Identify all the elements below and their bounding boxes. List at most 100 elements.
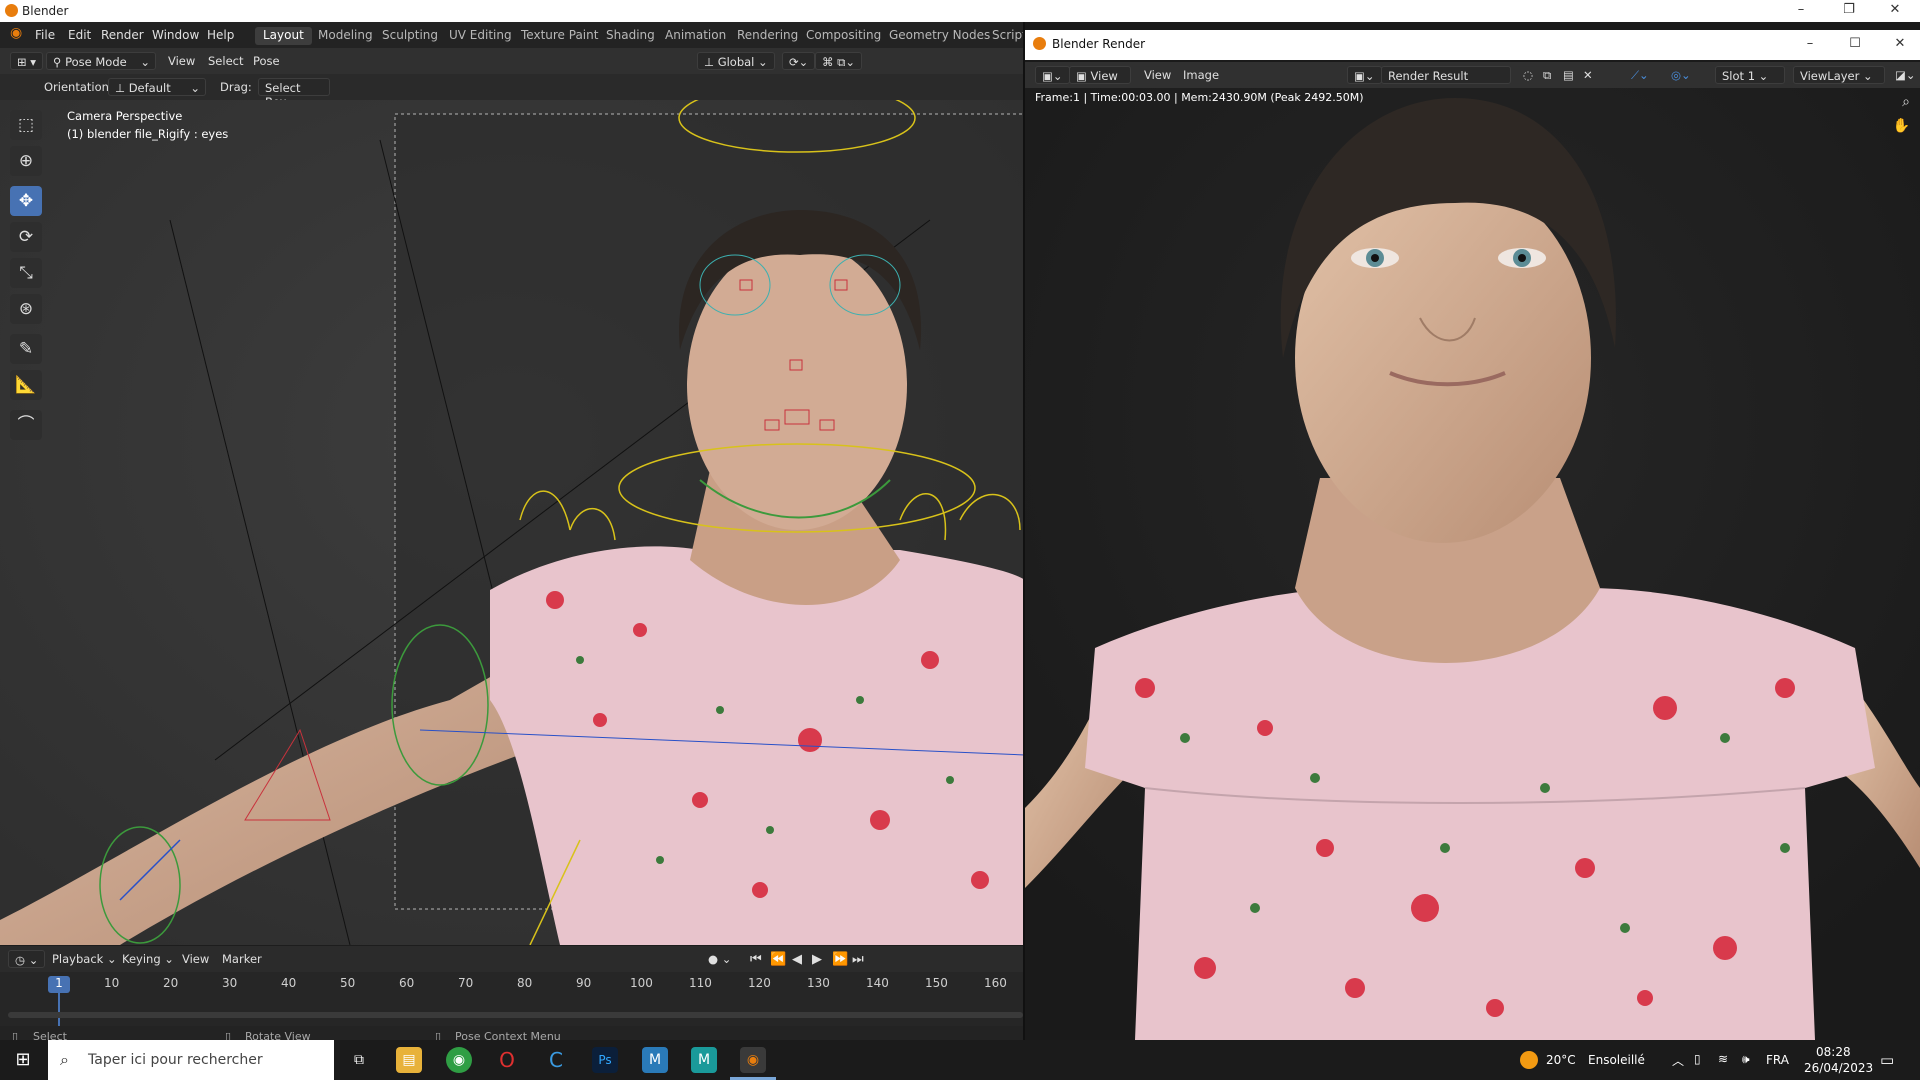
minimize-button[interactable]: – <box>1786 2 1816 20</box>
pose-relax-tool[interactable]: ⌒ <box>10 410 42 440</box>
view-mode-dropdown[interactable]: ▣ View ⌄ <box>1069 66 1131 97</box>
rotate-tool[interactable]: ⟳ <box>10 222 42 252</box>
menu-help[interactable]: Help <box>207 28 234 42</box>
maximize-button[interactable]: ❐ <box>1834 2 1864 20</box>
image-menu-view[interactable]: View <box>1138 66 1177 84</box>
pivot-point-dropdown[interactable]: ⟳⌄ <box>782 52 816 70</box>
annotate-tool[interactable]: ✎ <box>10 334 42 364</box>
axis-icon: ⊥ <box>704 55 715 69</box>
task-view-icon[interactable]: ⧉ <box>346 1047 372 1073</box>
menu-file[interactable]: File <box>35 28 55 42</box>
weather-temperature[interactable]: 20°C <box>1546 1053 1576 1067</box>
timeline-menu-marker[interactable]: Marker <box>216 950 268 968</box>
notification-icon[interactable]: ▭ <box>1880 1051 1894 1069</box>
close-button[interactable]: ✕ <box>1880 2 1910 20</box>
render-window-title: Blender Render <box>1052 37 1146 51</box>
file-explorer-icon[interactable]: ▤ <box>396 1047 422 1073</box>
drag-label: Drag: <box>220 80 252 94</box>
snap-toggle[interactable]: ⌘ ⧉⌄ <box>815 52 863 70</box>
blender-menu-icon[interactable]: ◉ <box>10 25 22 41</box>
tab-rendering[interactable]: Rendering <box>729 27 806 45</box>
image-editor-type-dropdown[interactable]: ▣⌄ <box>1035 66 1070 84</box>
fake-user-icon[interactable]: ◌ <box>1517 66 1539 84</box>
tab-geometry-nodes[interactable]: Geometry Nodes <box>881 27 998 45</box>
render-minimize-button[interactable]: – <box>1795 36 1825 54</box>
render-maximize-button[interactable]: ☐ <box>1840 36 1870 54</box>
timeline-scrollbar[interactable] <box>8 1012 1023 1018</box>
orientation-dropdown[interactable]: ⊥ Default ⌄ <box>108 78 206 96</box>
battery-icon[interactable]: ▯ <box>1694 1052 1701 1066</box>
3d-viewport[interactable]: Camera Perspective (1) blender file_Rigi… <box>0 100 1025 945</box>
tab-animation[interactable]: Animation <box>657 27 734 45</box>
menu-select[interactable]: Select <box>202 52 249 70</box>
timeline-menu-view[interactable]: View <box>176 950 215 968</box>
zoom-icon[interactable]: ⌕ <box>1902 94 1910 110</box>
marvelous-designer-icon[interactable]: M <box>691 1047 717 1073</box>
tab-sculpting[interactable]: Sculpting <box>374 27 446 45</box>
weather-condition[interactable]: Ensoleillé <box>1588 1053 1645 1067</box>
move-tool[interactable]: ✥ <box>10 186 42 216</box>
overlay-icon[interactable]: ◎⌄ <box>1665 66 1697 84</box>
image-browse-dropdown[interactable]: ▣⌄ <box>1347 66 1382 84</box>
play-reverse-button[interactable]: ◀ <box>786 950 808 968</box>
menu-window[interactable]: Window <box>152 28 199 42</box>
viewport-header: ⊞ ▾ ⚲ Pose Mode ⌄ View Select Pose ⊥ Glo… <box>0 48 1025 74</box>
tab-shading[interactable]: Shading <box>598 27 663 45</box>
record-button[interactable]: ● ⌄ <box>702 950 737 968</box>
opera-icon[interactable]: O <box>494 1047 520 1073</box>
wifi-icon[interactable]: ≋ <box>1718 1052 1728 1066</box>
render-result-image[interactable]: Frame:1 | Time:00:03.00 | Mem:2430.90M (… <box>1025 88 1920 1040</box>
new-image-icon[interactable]: ⧉ <box>1537 66 1557 84</box>
display-channels-icon[interactable]: ◪⌄ <box>1889 66 1920 84</box>
jump-end-button[interactable]: ⏭ <box>846 950 870 968</box>
drag-dropdown[interactable]: Select Box ⌄ <box>258 78 330 109</box>
clock-time[interactable]: 08:28 <box>1816 1045 1851 1059</box>
sample-icon[interactable]: ⟋⌄ <box>1625 66 1655 84</box>
chrome-icon[interactable]: ◉ <box>446 1047 472 1073</box>
tab-texture-paint[interactable]: Texture Paint <box>513 27 606 45</box>
timeline-editor-type[interactable]: ◷ ⌄ <box>8 950 46 968</box>
timeline-menu-playback[interactable]: Playback ⌄ <box>46 950 123 968</box>
play-button[interactable]: ▶ <box>806 950 828 968</box>
unlink-icon[interactable]: ✕ <box>1577 66 1599 84</box>
taskbar-search-box[interactable]: ⌕ Taper ici pour rechercher <box>48 1040 334 1080</box>
view-layer-dropdown[interactable]: ViewLayer ⌄ <box>1793 66 1885 84</box>
clock-date[interactable]: 26/04/2023 <box>1804 1061 1873 1075</box>
tab-compositing[interactable]: Compositing <box>798 27 889 45</box>
weather-sun-icon[interactable] <box>1520 1051 1538 1069</box>
timeline-area[interactable]: 1 10 20 30 40 50 60 70 80 90 100 110 120… <box>0 972 1025 1026</box>
transform-tool[interactable]: ⊛ <box>10 294 42 324</box>
blender-taskbar-icon[interactable]: ◉ <box>740 1047 766 1073</box>
image-menu-image[interactable]: Image <box>1177 66 1225 84</box>
menu-view[interactable]: View <box>162 52 201 70</box>
language-indicator[interactable]: FRA <box>1766 1053 1789 1067</box>
menu-render[interactable]: Render <box>101 28 144 42</box>
tab-layout[interactable]: Layout <box>255 27 312 45</box>
mode-dropdown[interactable]: ⚲ Pose Mode ⌄ <box>46 52 156 70</box>
maya-icon[interactable]: M <box>642 1047 668 1073</box>
frame-tick: 90 <box>576 976 592 990</box>
editor-type-dropdown[interactable]: ⊞ ▾ <box>10 52 44 70</box>
volume-icon[interactable]: 🕪 <box>1742 1052 1750 1067</box>
scale-tool[interactable]: ⤡ <box>10 258 42 288</box>
cursor-tool[interactable]: ⊕ <box>10 146 42 176</box>
menu-pose[interactable]: Pose <box>247 52 286 70</box>
hand-pan-icon[interactable]: ✋ <box>1893 118 1910 134</box>
slot-dropdown[interactable]: Slot 1 ⌄ <box>1715 66 1785 84</box>
photoshop-icon[interactable]: Ps <box>592 1047 618 1073</box>
tab-modeling[interactable]: Modeling <box>310 27 381 45</box>
windows-start-icon[interactable]: ⊞ <box>10 1047 36 1073</box>
playhead[interactable] <box>58 993 60 1026</box>
current-frame-indicator[interactable]: 1 <box>48 976 70 993</box>
render-close-button[interactable]: ✕ <box>1885 36 1915 54</box>
tab-uv-editing[interactable]: UV Editing <box>441 27 520 45</box>
chevron-up-icon[interactable]: ︿ <box>1672 1052 1684 1069</box>
transform-orientation-dropdown[interactable]: ⊥ Global ⌄ <box>697 52 775 70</box>
menu-edit[interactable]: Edit <box>68 28 91 42</box>
timeline-menu-keying[interactable]: Keying ⌄ <box>116 950 180 968</box>
timeline-header: ◷ ⌄ Playback ⌄ Keying ⌄ View Marker ● ⌄ … <box>0 946 1025 972</box>
image-name-field[interactable]: Render Result <box>1381 66 1511 84</box>
measure-tool[interactable]: 📐 <box>10 370 42 400</box>
select-box-tool[interactable]: ⬚ <box>10 110 42 140</box>
ccleaner-icon[interactable]: C <box>543 1047 569 1073</box>
